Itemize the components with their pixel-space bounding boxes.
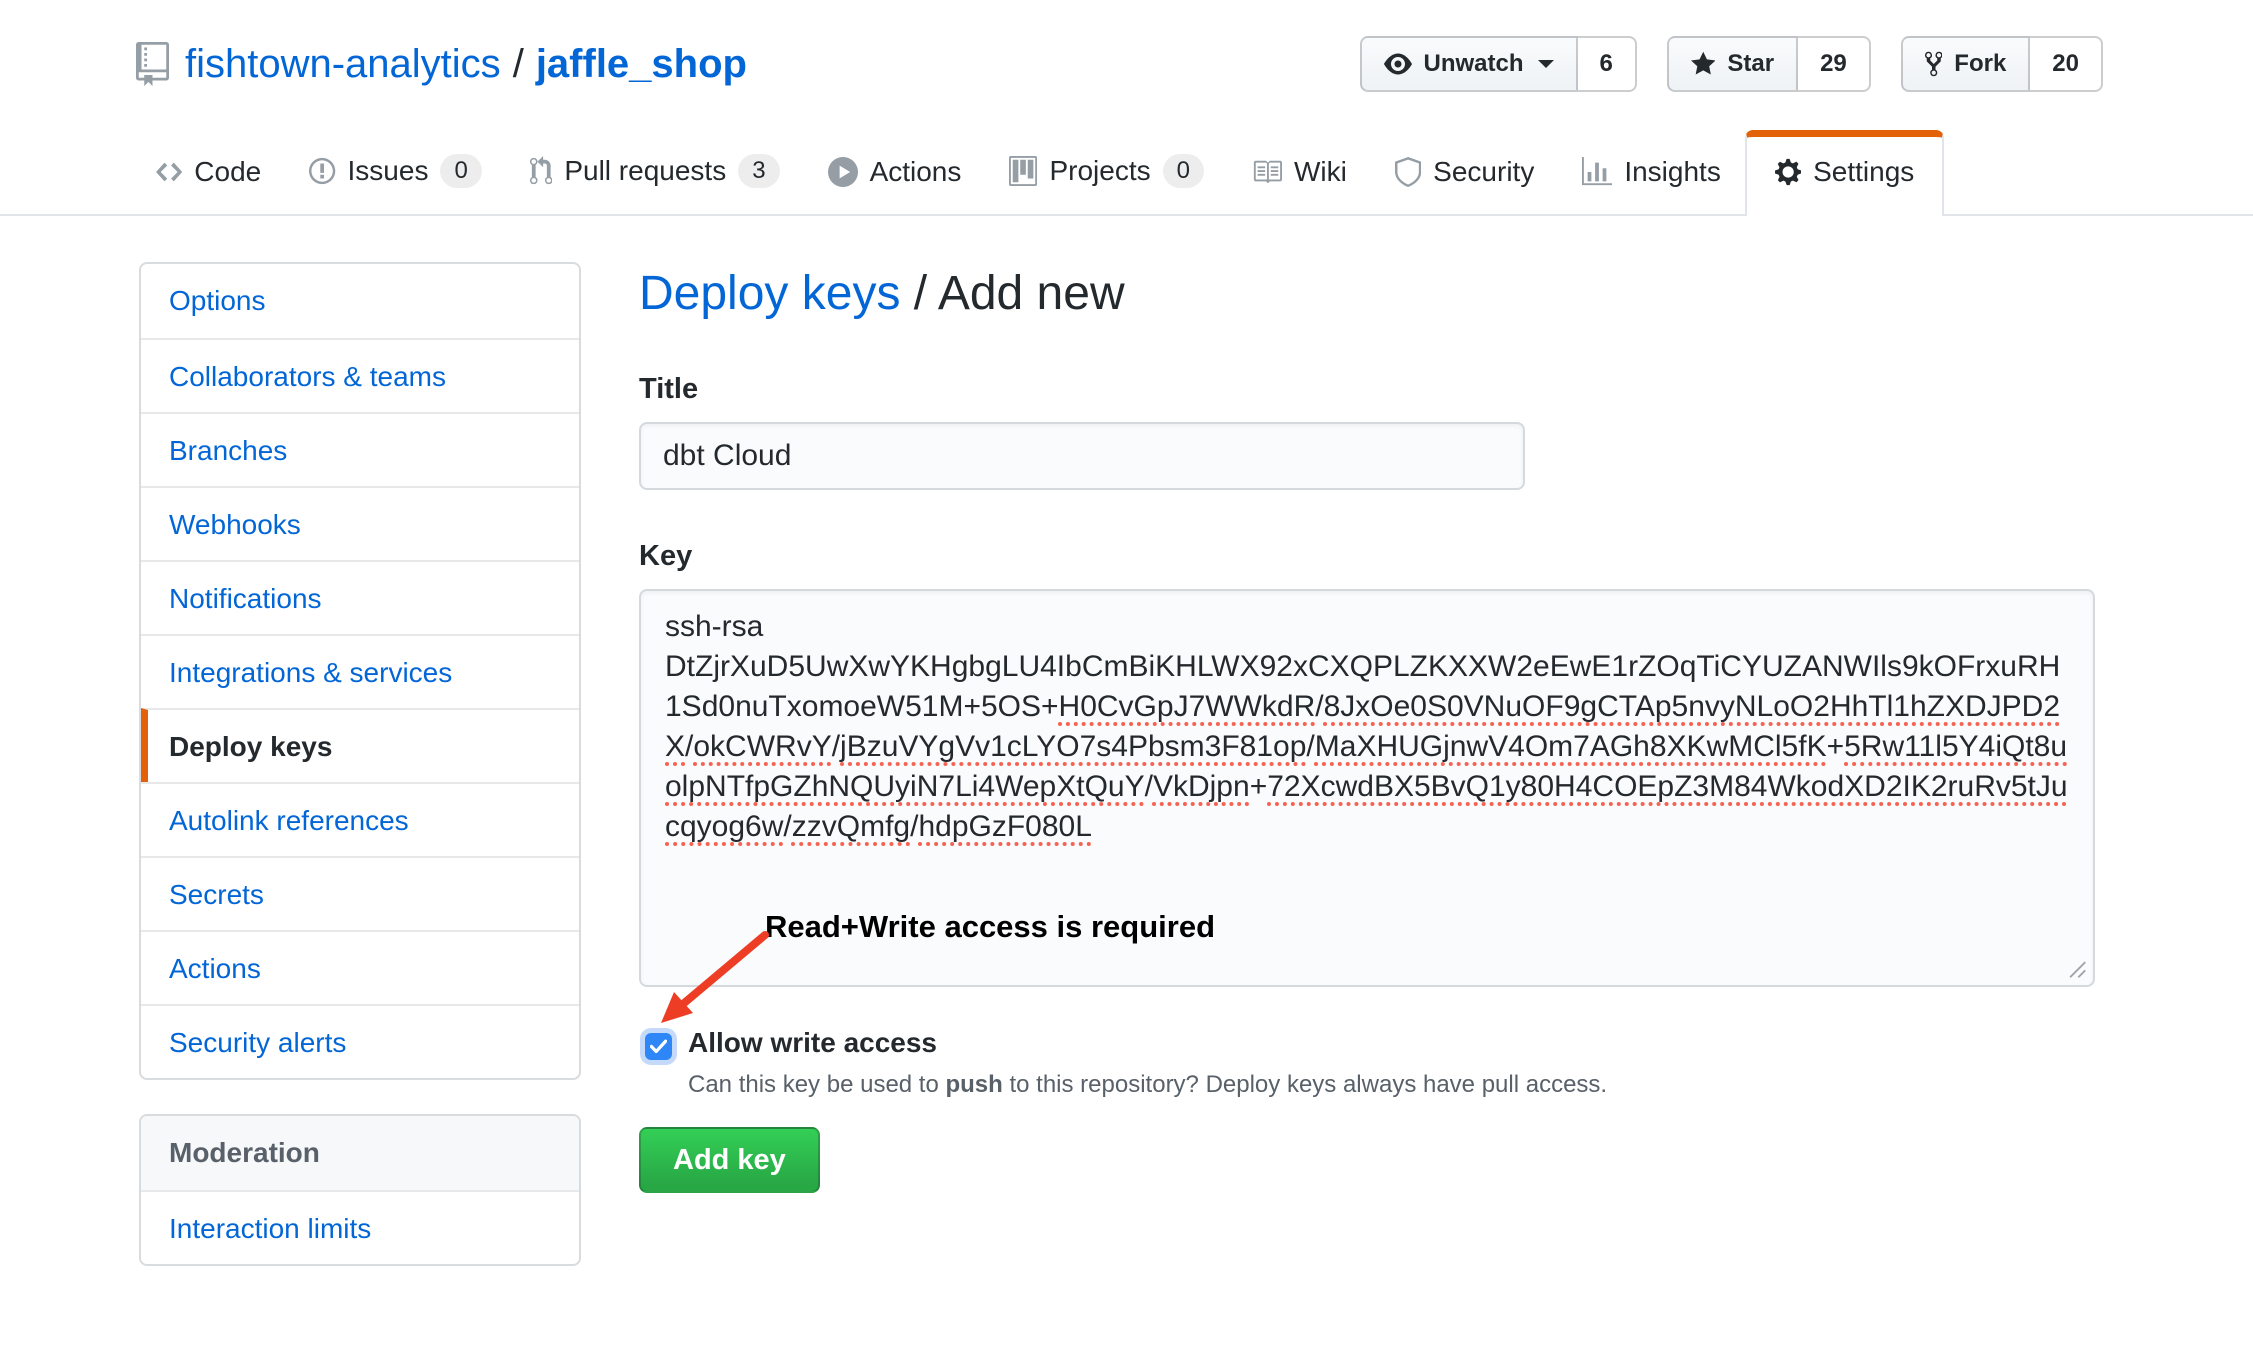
wiki-icon (1252, 157, 1282, 187)
allow-write-row: Allow write access Can this key be used … (639, 1027, 2095, 1099)
star-label: Star (1727, 50, 1774, 78)
settings-layout: OptionsCollaborators & teamsBranchesWebh… (0, 216, 2253, 1266)
allow-write-checkbox[interactable] (645, 1033, 672, 1060)
fork-label: Fork (1954, 50, 2006, 78)
key-value: ssh-rsa DtZjrXuD5UwXwYKHgbgLU4IbCmBiKHLW… (665, 610, 2068, 843)
social-button-group: Unwatch 6 (1360, 36, 1637, 92)
repo-header: fishtown-analytics / jaffle_shop Unwatch… (0, 0, 2253, 92)
eye-icon (1384, 50, 1412, 78)
repo-book-icon (136, 42, 169, 86)
resize-grip-icon[interactable] (2066, 958, 2088, 980)
allow-write-help: Can this key be used to push to this rep… (688, 1071, 1607, 1099)
tab-label: Wiki (1294, 156, 1347, 188)
social-button-group: Fork 20 (1901, 36, 2103, 92)
key-label: Key (639, 540, 2095, 573)
sidebar-item-deploy-keys[interactable]: Deploy keys (141, 708, 579, 782)
unwatch-count[interactable]: 6 (1578, 36, 1637, 92)
sidebar-item-interaction-limits[interactable]: Interaction limits (141, 1190, 579, 1264)
title-input[interactable] (639, 422, 1525, 490)
sidebar-item-options[interactable]: Options (141, 264, 579, 338)
sidebar-item-autolink-references[interactable]: Autolink references (141, 782, 579, 856)
allow-write-label: Allow write access (688, 1027, 1607, 1059)
moderation-header: Moderation (141, 1116, 579, 1190)
page-title-current: / Add new (900, 267, 1124, 320)
settings-main: Deploy keys / Add new Title Key ssh-rsa … (639, 262, 2095, 1193)
tab-pull-requests[interactable]: Pull requests 3 (506, 130, 804, 214)
tab-counter: 3 (738, 154, 779, 188)
title-label: Title (639, 373, 2095, 406)
tab-security[interactable]: Security (1371, 132, 1558, 214)
tab-label: Settings (1813, 156, 1914, 188)
key-field: Key ssh-rsa DtZjrXuD5UwXwYKHgbgLU4IbCmBi… (639, 540, 2095, 987)
dropdown-caret-icon (1538, 60, 1554, 68)
actions-icon (828, 157, 858, 187)
annotation-text: Read+Write access is required (765, 909, 1215, 945)
sidebar-item-security-alerts[interactable]: Security alerts (141, 1004, 579, 1078)
gear-icon (1775, 157, 1801, 187)
key-wrap: ssh-rsa DtZjrXuD5UwXwYKHgbgLU4IbCmBiKHLW… (639, 589, 2095, 987)
settings-menu: OptionsCollaborators & teamsBranchesWebh… (139, 262, 581, 1080)
tab-label: Issues (348, 155, 429, 187)
tab-code[interactable]: Code (132, 132, 285, 214)
sidebar-item-integrations-services[interactable]: Integrations & services (141, 634, 579, 708)
tab-settings[interactable]: Settings (1745, 130, 1944, 216)
sidebar-item-actions[interactable]: Actions (141, 930, 579, 1004)
star-button[interactable]: Star (1667, 36, 1798, 92)
tab-wiki[interactable]: Wiki (1228, 132, 1371, 214)
page-title: Deploy keys / Add new (639, 266, 2095, 321)
pull-request-icon (530, 156, 553, 186)
unwatch-button[interactable]: Unwatch (1360, 36, 1578, 92)
code-icon (156, 157, 182, 187)
tab-counter: 0 (440, 154, 481, 188)
check-icon (650, 1039, 667, 1054)
tab-label: Pull requests (564, 155, 726, 187)
insights-icon (1582, 157, 1612, 187)
repo-owner-link[interactable]: fishtown-analytics (185, 42, 501, 87)
tab-label: Insights (1624, 156, 1721, 188)
sidebar-item-collaborators-teams[interactable]: Collaborators & teams (141, 338, 579, 412)
tab-label: Code (194, 156, 261, 188)
sidebar-item-secrets[interactable]: Secrets (141, 856, 579, 930)
sidebar-item-webhooks[interactable]: Webhooks (141, 486, 579, 560)
repo-tabnav: Code Issues 0 Pull requests 3 Actions Pr… (0, 130, 2253, 216)
allow-write-text: Allow write access Can this key be used … (688, 1027, 1607, 1099)
repo-title: fishtown-analytics / jaffle_shop (136, 42, 747, 87)
sidebar-item-branches[interactable]: Branches (141, 412, 579, 486)
tab-label: Actions (870, 156, 962, 188)
settings-sidebar: OptionsCollaborators & teamsBranchesWebh… (139, 262, 581, 1266)
sidebar-item-notifications[interactable]: Notifications (141, 560, 579, 634)
deploy-keys-link[interactable]: Deploy keys (639, 267, 900, 320)
star-count[interactable]: 29 (1798, 36, 1871, 92)
issue-icon (309, 156, 335, 186)
tab-actions[interactable]: Actions (804, 132, 986, 214)
repo-social-actions: Unwatch 6 Star 29 Fork 20 (1360, 36, 2103, 92)
tab-insights[interactable]: Insights (1558, 132, 1745, 214)
tab-label: Security (1433, 156, 1534, 188)
tab-issues[interactable]: Issues 0 (285, 130, 506, 214)
fork-count[interactable]: 20 (2030, 36, 2103, 92)
repo-path-separator: / (513, 42, 524, 87)
tab-counter: 0 (1163, 154, 1204, 188)
tab-label: Projects (1049, 155, 1150, 187)
fork-button[interactable]: Fork (1901, 36, 2031, 92)
moderation-menu: Moderation Interaction limits (139, 1114, 581, 1266)
unwatch-label: Unwatch (1424, 50, 1524, 78)
star-icon (1691, 50, 1716, 78)
fork-icon (1925, 50, 1943, 78)
projects-icon (1009, 156, 1037, 186)
shield-icon (1395, 157, 1421, 187)
title-field: Title (639, 373, 2095, 490)
social-button-group: Star 29 (1667, 36, 1871, 92)
add-key-button[interactable]: Add key (639, 1127, 820, 1193)
tab-projects[interactable]: Projects 0 (985, 130, 1228, 214)
repo-name-link[interactable]: jaffle_shop (536, 42, 747, 87)
